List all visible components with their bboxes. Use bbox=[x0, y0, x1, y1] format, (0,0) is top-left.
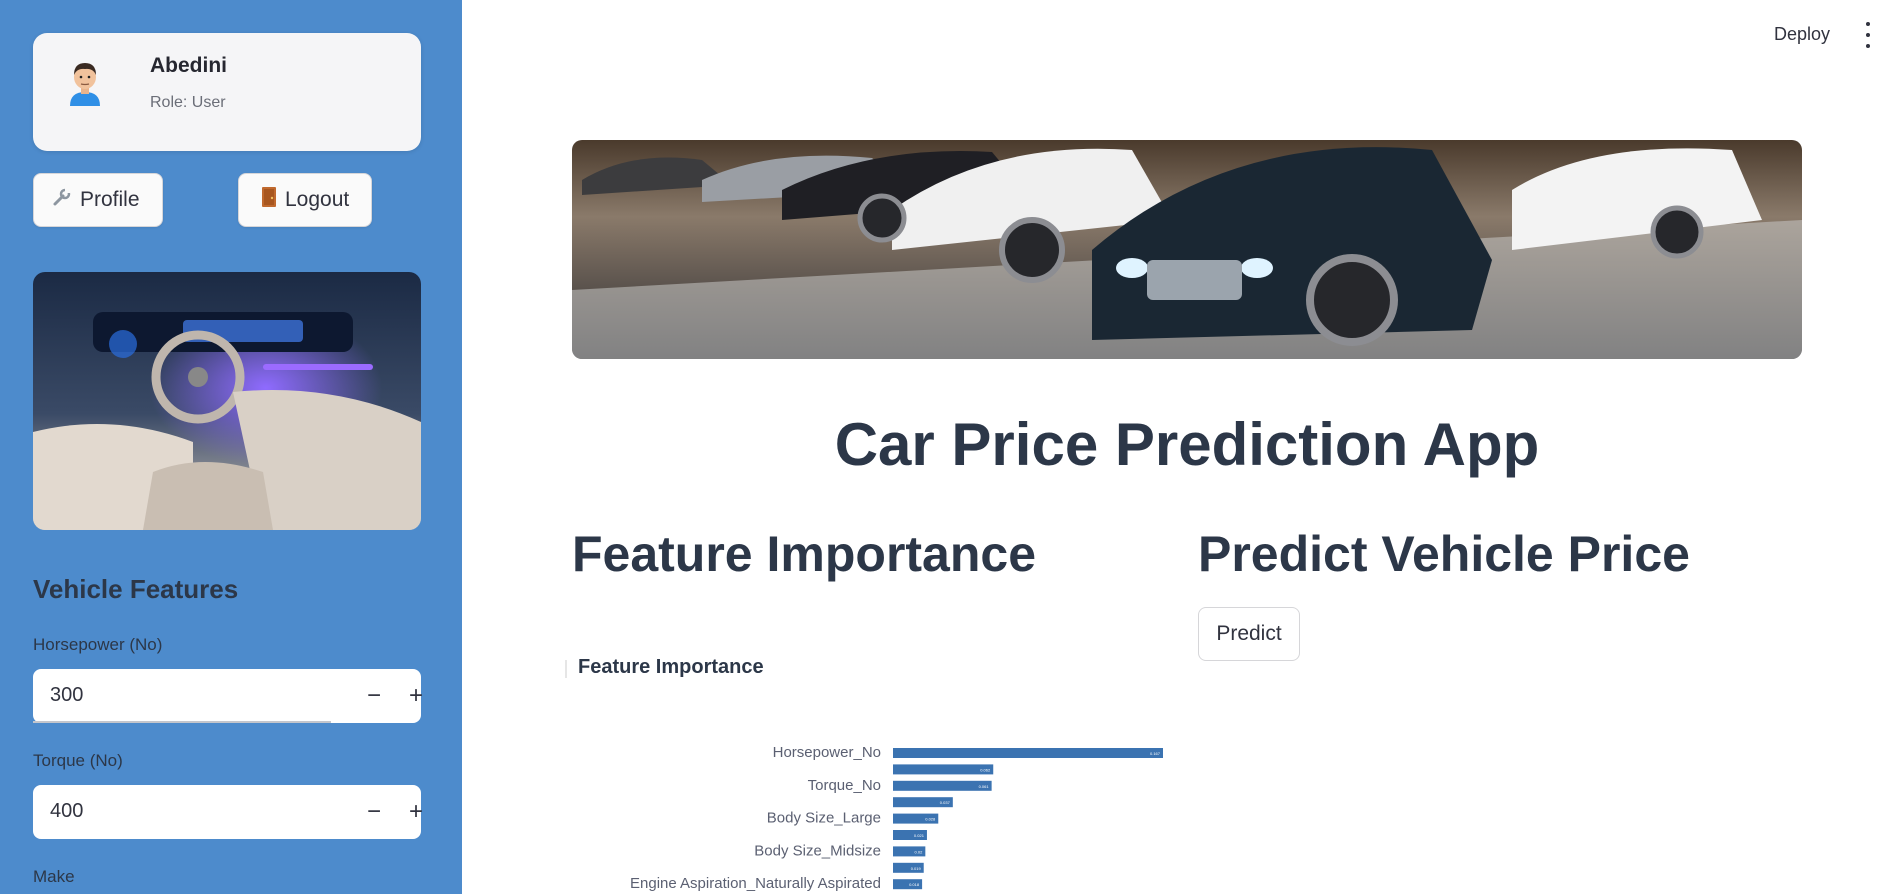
chart-bar-value: 0.021 bbox=[914, 833, 925, 838]
chart-category-label: Body Size_Large bbox=[767, 810, 881, 827]
chart-category-label: Body Size_Midsize bbox=[754, 842, 881, 859]
user-role: Role: User bbox=[150, 94, 226, 111]
chart-title-marker bbox=[565, 660, 567, 678]
kebab-menu-icon[interactable] bbox=[1862, 22, 1874, 48]
chart-bar-value: 0.061 bbox=[979, 784, 990, 789]
torque-label: Torque (No) bbox=[33, 751, 123, 770]
page-title: Car Price Prediction App bbox=[834, 411, 1540, 478]
avatar bbox=[66, 60, 104, 106]
horsepower-decrement-button[interactable]: − bbox=[355, 677, 393, 715]
sidebar: Abedini Role: User Profile Logout Vehicl… bbox=[0, 0, 462, 894]
chart-category-label: Torque_No bbox=[808, 777, 881, 794]
torque-decrement-button[interactable]: − bbox=[355, 793, 393, 831]
chart-bar-value: 0.167 bbox=[1150, 751, 1161, 756]
chart-category-label: Engine Aspiration_Naturally Aspirated bbox=[630, 875, 881, 892]
logout-label: Logout bbox=[285, 188, 350, 211]
horsepower-label: Horsepower (No) bbox=[33, 635, 163, 654]
car-interior-image bbox=[33, 272, 421, 530]
input-underline bbox=[33, 721, 331, 723]
chart-bar bbox=[893, 748, 1163, 758]
wrench-icon bbox=[52, 187, 72, 213]
chart-bar-value: 0.019 bbox=[911, 866, 922, 871]
chart-bar-value: 0.028 bbox=[925, 817, 936, 822]
horsepower-value: 300 bbox=[50, 684, 84, 706]
chart-category-label: Horsepower_No bbox=[773, 744, 881, 761]
door-icon bbox=[261, 186, 277, 214]
horsepower-input[interactable]: 300 − + bbox=[33, 669, 423, 723]
horsepower-increment-button[interactable]: + bbox=[397, 677, 435, 715]
predict-button[interactable]: Predict bbox=[1198, 607, 1300, 661]
user-name: Abedini bbox=[150, 54, 227, 77]
make-label: Make bbox=[33, 867, 75, 886]
chart-bar bbox=[893, 780, 992, 791]
logout-button[interactable]: Logout bbox=[238, 173, 372, 227]
torque-input[interactable]: 400 − + bbox=[33, 785, 423, 839]
profile-label: Profile bbox=[80, 188, 140, 211]
torque-increment-button[interactable]: + bbox=[397, 793, 435, 831]
feature-importance-heading: Feature Importance bbox=[572, 526, 1037, 582]
chart-bar-value: 0.037 bbox=[940, 800, 951, 805]
chart-bar-value: 0.062 bbox=[980, 767, 991, 772]
predict-vehicle-price-heading: Predict Vehicle Price bbox=[1198, 526, 1690, 582]
chart-bar-value: 0.018 bbox=[909, 882, 920, 887]
deploy-button[interactable]: Deploy bbox=[1774, 24, 1830, 45]
vehicle-features-title: Vehicle Features bbox=[33, 574, 239, 604]
chart-bar-value: 0.02 bbox=[915, 849, 924, 854]
chart-bar bbox=[893, 764, 994, 775]
profile-button[interactable]: Profile bbox=[33, 173, 163, 227]
torque-value: 400 bbox=[50, 800, 84, 822]
chart-title: Feature Importance bbox=[578, 656, 764, 678]
feature-importance-chart: 0.167 Horsepower_No 0.062 0.061 Torque_No 0.0… bbox=[630, 744, 1163, 892]
banner-image bbox=[572, 140, 1802, 359]
